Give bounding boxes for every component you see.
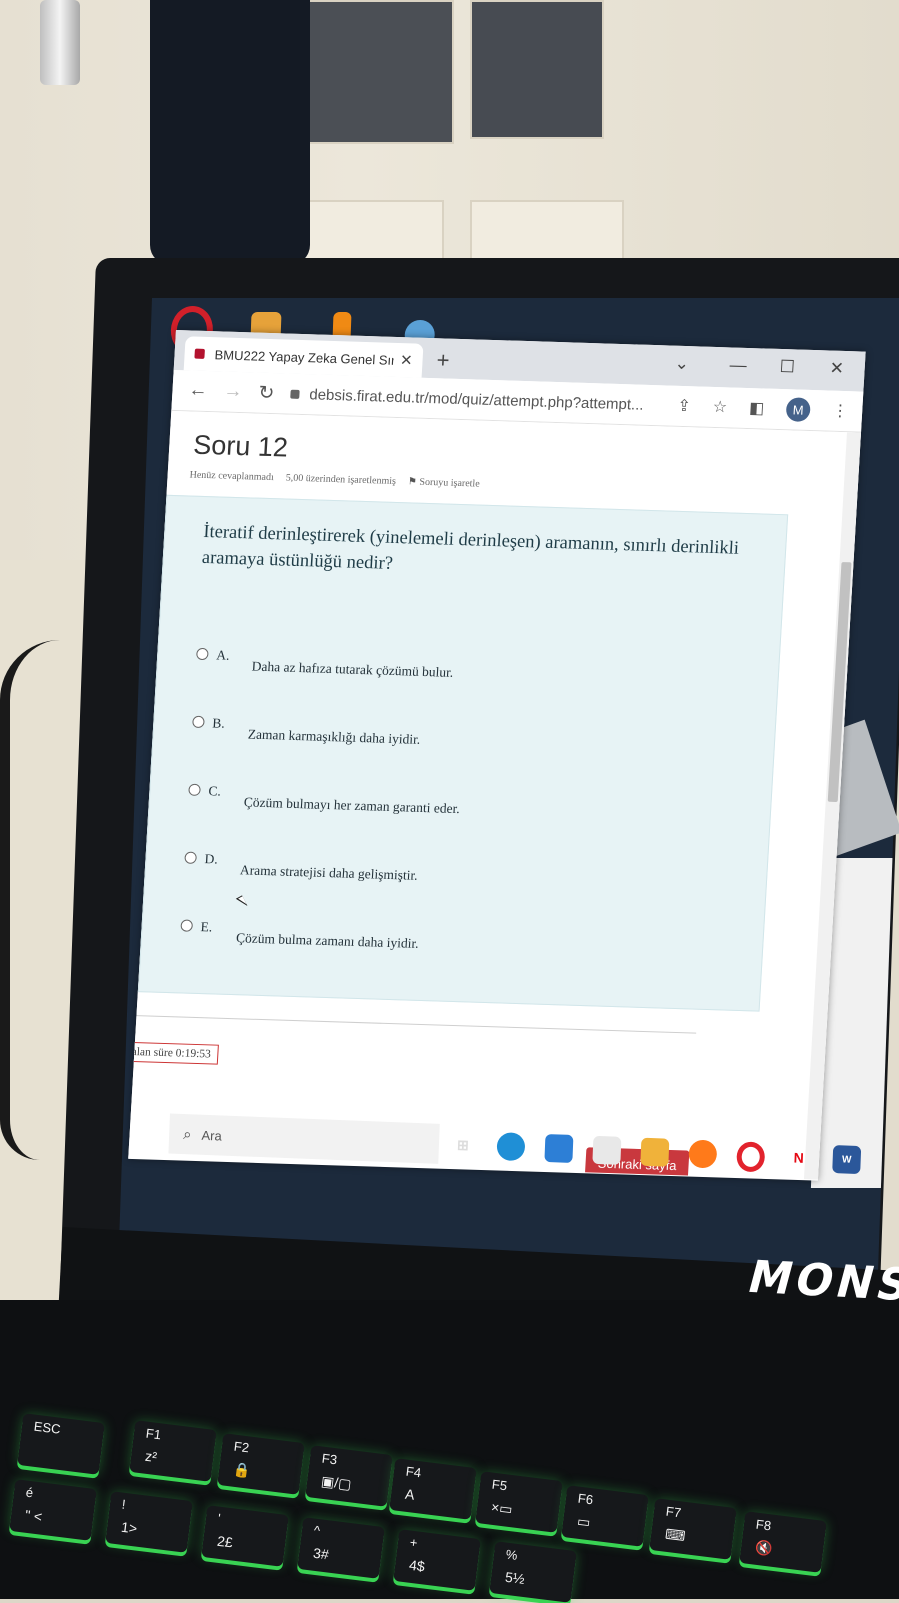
profile-avatar[interactable]: M [785, 397, 811, 422]
option-letter: D. [204, 851, 219, 867]
option-text: Arama stratejisi daha gelişmiştir. [239, 862, 419, 883]
answer-option-a[interactable]: A. Daha az hafıza tutarak çözümü bulur. [196, 647, 454, 680]
option-letter: A. [215, 647, 230, 663]
option-text: Daha az hafıza tutarak çözümü bulur. [251, 658, 454, 680]
door-handle [40, 0, 80, 85]
radio-button[interactable] [192, 715, 205, 729]
tab-title: BMU222 Yapay Zeka Genel Sınav [214, 346, 395, 368]
key-4[interactable]: +4$ [393, 1529, 481, 1591]
menu-dots-icon[interactable]: ⋮ [832, 401, 849, 421]
key-5[interactable]: % 5½ [489, 1541, 577, 1603]
option-text: Zaman karmaşıklığı daha iyidir. [247, 726, 421, 747]
radio-button[interactable] [196, 647, 209, 661]
key-f8[interactable]: F8 🔇 [739, 1511, 827, 1573]
quiz-page: Soru 12 Henüz cevaplanmadı 5,00 üzerinde… [128, 410, 861, 1180]
browser-window: BMU222 Yapay Zeka Genel Sınav ✕ + ⌄ — ☐ … [128, 330, 866, 1181]
key-2[interactable]: ' 2£ [201, 1505, 289, 1567]
option-letter: B. [211, 715, 226, 731]
flag-question-label: Soruyu işaretle [419, 476, 480, 490]
address-bar[interactable]: debsis.firat.edu.tr/mod/quiz/attempt.php… [290, 385, 644, 413]
search-placeholder: Ara [201, 1127, 223, 1144]
edge-icon[interactable] [496, 1132, 526, 1162]
firefox-icon[interactable] [688, 1139, 718, 1169]
back-arrow-icon[interactable]: ← [188, 379, 208, 402]
option-text: Çözüm bulmayı her zaman garanti eder. [243, 794, 461, 817]
maximize-button[interactable]: ☐ [779, 357, 795, 377]
question-status: Henüz cevaplanmadı [189, 469, 275, 484]
door-panel [300, 0, 454, 144]
option-letter: C. [208, 783, 222, 799]
radio-button[interactable] [180, 919, 194, 932]
time-remaining: Kalan süre 0:19:53 [128, 1041, 219, 1065]
answer-option-e[interactable]: E. Çözüm bulma zamanı daha iyidir. [180, 918, 419, 951]
question-marks: 5,00 üzerinden işaretlenmiş [285, 472, 397, 487]
power-cable [0, 640, 70, 1160]
new-tab-button[interactable]: + [436, 347, 450, 373]
toolbar-actions: ⇪ ☆ ◧ M ⋮ [677, 394, 849, 423]
minimize-button[interactable]: — [729, 355, 747, 376]
radio-button[interactable] [184, 851, 197, 864]
key-f2[interactable]: F2 🔒 [217, 1433, 305, 1495]
lock-icon [290, 389, 300, 399]
page-divider [136, 1015, 697, 1034]
reload-icon[interactable]: ↻ [258, 381, 275, 404]
favicon-icon [194, 348, 205, 359]
mouse-cursor-icon [235, 895, 248, 910]
star-icon[interactable]: ☆ [712, 397, 727, 417]
url-text: debsis.firat.edu.tr/mod/quiz/attempt.php… [308, 385, 645, 414]
curtain [150, 0, 310, 265]
key-3[interactable]: ^ 3# [297, 1517, 385, 1579]
key-esc[interactable]: ESC [17, 1413, 105, 1475]
option-letter: E. [200, 919, 213, 935]
word-icon[interactable]: W [832, 1145, 862, 1175]
key-f4[interactable]: F4 A [389, 1458, 477, 1520]
store-icon[interactable] [592, 1135, 622, 1165]
key-1[interactable]: ! 1> [105, 1491, 193, 1553]
close-tab-icon[interactable]: ✕ [399, 351, 413, 369]
key-f1[interactable]: F1 z² [129, 1420, 217, 1482]
answer-option-b[interactable]: B. Zaman karmaşıklığı daha iyidir. [192, 715, 421, 747]
option-text: Çözüm bulma zamanı daha iyidir. [235, 930, 420, 951]
key-f5[interactable]: F5 ×▭ [475, 1471, 563, 1533]
question-title: Soru 12 [192, 429, 289, 463]
question-info: Henüz cevaplanmadı 5,00 üzerinden işaret… [189, 470, 480, 490]
sidepanel-icon[interactable]: ◧ [749, 398, 765, 418]
answer-option-d[interactable]: D. Arama stratejisi daha gelişmiştir. [184, 851, 419, 883]
close-window-button[interactable]: ✕ [829, 359, 844, 379]
flag-icon: ⚑ [407, 476, 420, 488]
radio-button[interactable] [188, 783, 201, 796]
share-icon[interactable]: ⇪ [677, 396, 692, 416]
flag-question-link[interactable]: ⚑ Soruyu işaretle [408, 476, 480, 489]
task-view-icon[interactable]: ⊞ [448, 1130, 477, 1159]
chevron-down-icon[interactable]: ⌄ [674, 354, 689, 374]
windows-start-icon[interactable] [138, 1124, 158, 1144]
door-panel [470, 0, 604, 139]
search-icon: ⌕ [182, 1125, 192, 1143]
netflix-icon[interactable]: N [784, 1143, 813, 1172]
key-f6[interactable]: F6 ▭ [561, 1485, 649, 1547]
question-text: İteratif derinleştirerek (yinelemeli der… [201, 521, 740, 574]
key-quote[interactable]: é " < [9, 1479, 97, 1541]
keyboard-deck: ESC F1 z² F2 🔒 F3 ▣/▢ F4 A F5 ×▭ F6 ▭ F7 ⌨ F8 🔇 … [0, 1300, 899, 1603]
key-f7[interactable]: F7 ⌨ [649, 1498, 737, 1560]
file-explorer-icon[interactable] [640, 1137, 670, 1167]
mail-icon[interactable] [544, 1133, 574, 1164]
answer-option-c[interactable]: C. Çözüm bulmayı her zaman garanti eder. [188, 783, 461, 816]
key-f3[interactable]: F3 ▣/▢ [305, 1445, 393, 1507]
forward-arrow-icon[interactable]: → [223, 381, 243, 404]
question-box: İteratif derinleştirerek (yinelemeli der… [137, 494, 789, 1012]
opera-icon[interactable] [736, 1141, 766, 1173]
